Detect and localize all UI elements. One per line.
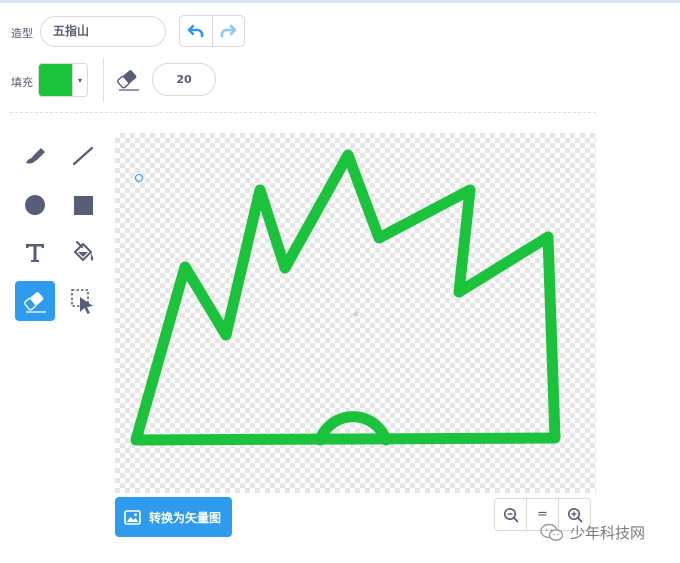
paint-canvas[interactable] [115, 133, 596, 493]
zoom-out-button[interactable] [495, 499, 526, 530]
section-divider [10, 112, 596, 113]
fill-label: 填充 [11, 76, 33, 89]
brush-icon [26, 148, 45, 164]
fill-color-swatch[interactable] [39, 64, 72, 96]
tool-fill[interactable] [63, 233, 103, 273]
tool-text[interactable] [15, 233, 55, 273]
mountain-shape [130, 149, 561, 446]
canvas-drawing [130, 149, 561, 446]
undo-button[interactable] [180, 16, 212, 46]
top-border [0, 0, 680, 3]
zoom-out-icon [503, 507, 518, 522]
costume-name-input[interactable]: 五指山 [40, 16, 166, 47]
toolbar-divider [103, 58, 104, 102]
tool-brush[interactable] [15, 136, 55, 176]
eraser-cursor [135, 174, 143, 182]
text-icon [26, 244, 44, 262]
convert-button-label: 转换为矢量图 [149, 510, 222, 525]
chevron-down-icon[interactable]: ▾ [72, 64, 87, 96]
redo-icon [220, 24, 237, 38]
undo-icon [187, 24, 204, 38]
convert-to-vector-button[interactable]: 转换为矢量图 [115, 497, 232, 537]
tool-circle[interactable] [15, 185, 55, 225]
zoom-in-icon [567, 507, 582, 522]
eraser-icon [24, 292, 46, 313]
undo-redo-group [179, 15, 245, 47]
canvas-center-marker [353, 311, 359, 317]
brush-size-input[interactable]: 20 [152, 63, 216, 96]
watermark-text: 少年科技网 [570, 524, 646, 542]
rectangle-icon [74, 196, 93, 215]
tool-select[interactable] [63, 281, 103, 321]
tool-rectangle[interactable] [63, 185, 103, 225]
fill-bucket-icon [74, 241, 94, 261]
zoom-reset-label: = [537, 507, 548, 522]
costume-label: 造型 [11, 27, 33, 40]
watermark: 少年科技网 [540, 522, 645, 543]
tool-line[interactable] [63, 136, 103, 176]
wechat-icon [540, 523, 564, 541]
fill-color-picker[interactable]: ▾ [38, 63, 88, 97]
select-icon [71, 289, 93, 314]
eraser-size-icon [114, 66, 142, 96]
tool-eraser[interactable] [15, 281, 55, 321]
image-icon [124, 509, 141, 525]
circle-icon [25, 195, 45, 215]
line-icon [72, 146, 94, 166]
redo-button[interactable] [211, 16, 245, 46]
